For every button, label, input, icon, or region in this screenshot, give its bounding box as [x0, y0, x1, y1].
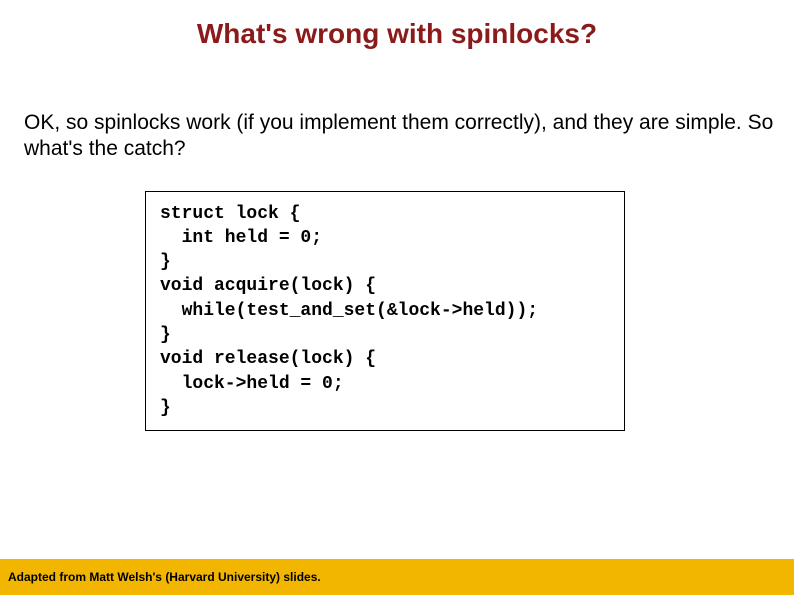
footer-bar: Adapted from Matt Welsh's (Harvard Unive…: [0, 559, 794, 595]
footer-text: Adapted from Matt Welsh's (Harvard Unive…: [8, 570, 321, 584]
code-snippet: struct lock { int held = 0; } void acqui…: [160, 202, 610, 421]
slide-title: What's wrong with spinlocks?: [0, 0, 794, 50]
code-box: struct lock { int held = 0; } void acqui…: [145, 191, 625, 432]
body-paragraph: OK, so spinlocks work (if you implement …: [4, 110, 794, 163]
